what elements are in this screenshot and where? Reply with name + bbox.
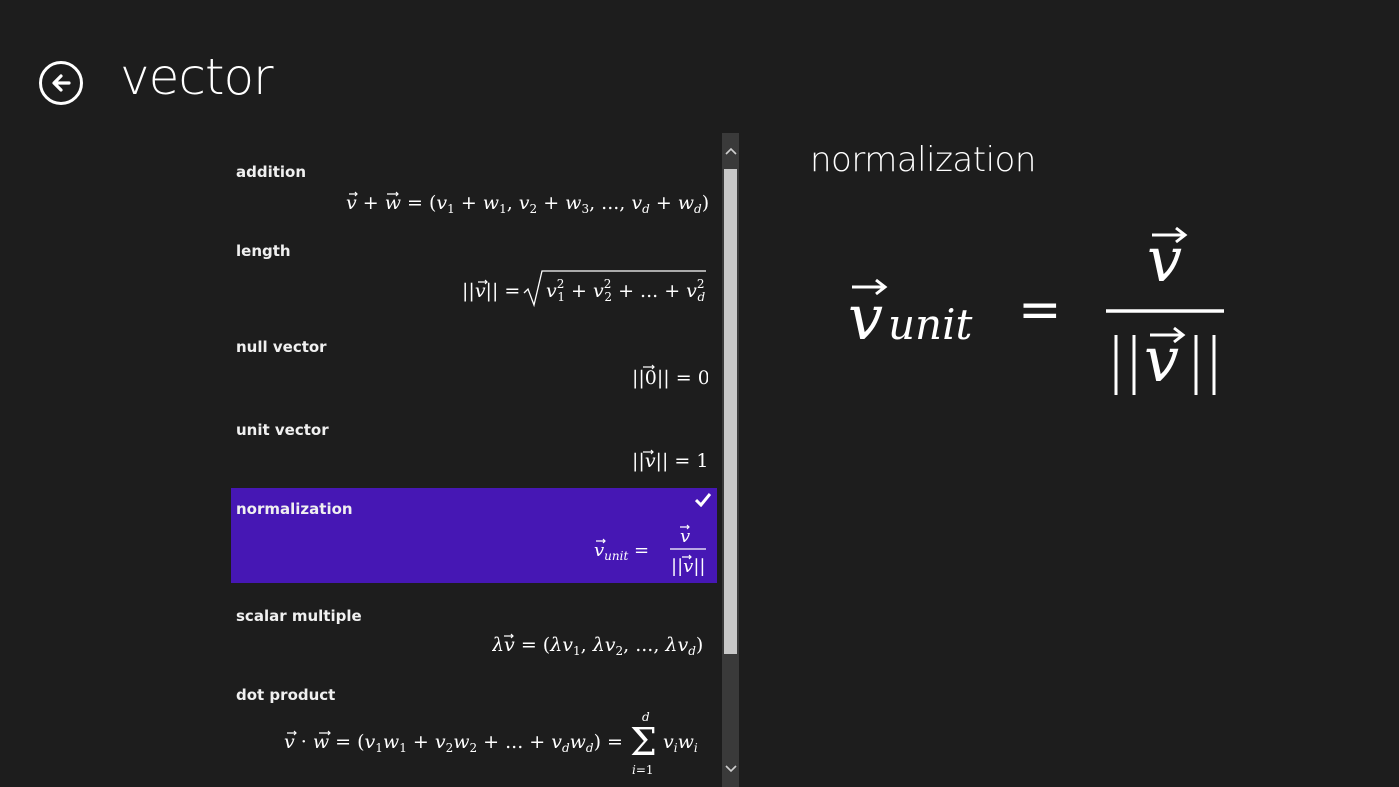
list-item-length[interactable]: length ||v|| = v2 1 + v2 2 + ... + v2 d xyxy=(231,227,717,321)
item-formula: ||v|| = v2 1 + v2 2 + ... + v2 d xyxy=(462,267,708,314)
item-label: length xyxy=(236,242,291,260)
svg-text:v + w = (v1 + w1, v2 + w3, ...: v + w = (v1 + w1, v2 + w3, ..., vd + wd) xyxy=(346,192,708,216)
detail-title: normalization xyxy=(810,140,1036,180)
list-item-unit-vector[interactable]: unit vector ||v|| = 1 xyxy=(231,405,717,487)
list-item-null-vector[interactable]: null vector ||0|| = 0 xyxy=(231,322,717,404)
list-item-normalization[interactable]: normalization vunit = v ||v|| xyxy=(231,488,717,583)
item-formula: v + w = (v1 + w1, v2 + w3, ..., vd + wd) xyxy=(346,190,709,221)
scalar-multiple-formula: λv = (λv1, λv2, ..., λvd) xyxy=(491,633,703,658)
svg-text:v: v xyxy=(680,526,690,547)
svg-text:v · w = (v1w1 + v2w2 + ... + v: v · w = (v1w1 + v2w2 + ... + vdwd) = xyxy=(284,731,623,755)
svg-text:viwi: viwi xyxy=(663,731,698,755)
back-arrow-icon xyxy=(52,74,71,92)
formula-list[interactable]: addition v + w = (v1 + w1, v2 + w3, ...,… xyxy=(231,148,717,787)
chevron-down-icon xyxy=(724,765,737,773)
unit-vector-formula: ||v|| = 1 xyxy=(632,449,708,472)
svg-text:λv = (λv1, λv2, ..., λvd): λv = (λv1, λv2, ..., λvd) xyxy=(492,634,703,658)
item-label: addition xyxy=(236,163,307,181)
addition-formula: v + w = (v1 + w1, v2 + w3, ..., vd + wd) xyxy=(346,191,709,216)
dot-product-formula: v · w = (v1w1 + v2w2 + ... + vdwd) = d Σ… xyxy=(284,710,698,777)
detail-formula: v unit = v v xyxy=(840,215,1260,415)
svg-text:||v||: ||v|| xyxy=(671,556,705,577)
svg-text:unit: unit xyxy=(888,300,973,349)
svg-text:v21 + v22 + ... + v2d: v2 1 + v2 2 + ... + v2 d xyxy=(546,277,706,304)
checkmark-icon xyxy=(695,493,711,507)
null-vector-formula: ||0|| = 0 xyxy=(632,364,710,389)
item-formula: v · w = (v1w1 + v2w2 + ... + vdwd) = d Σ… xyxy=(284,710,708,783)
chevron-up-icon xyxy=(724,147,737,155)
back-button[interactable] xyxy=(39,61,83,105)
svg-text:Σ: Σ xyxy=(630,720,657,764)
svg-text:||v|| = 1: ||v|| = 1 xyxy=(632,450,708,472)
item-formula: λv = (λv1, λv2, ..., λvd) xyxy=(491,632,708,663)
list-item-scalar-multiple[interactable]: scalar multiple λv = (λv1, λv2, ..., λvd… xyxy=(231,584,717,663)
svg-text:||v|| =: ||v|| = xyxy=(462,280,520,302)
item-label: dot product xyxy=(236,686,336,704)
normalization-large-formula: v unit = v v xyxy=(848,223,1224,396)
item-formula: ||0|| = 0 xyxy=(632,364,710,395)
item-label: unit vector xyxy=(236,421,329,439)
item-label: null vector xyxy=(236,338,327,356)
scroll-up-button[interactable] xyxy=(722,141,739,161)
svg-text:i=1: i=1 xyxy=(632,763,654,777)
normalization-formula: vunit = v ||v|| xyxy=(594,524,706,577)
item-formula: vunit = v ||v|| xyxy=(594,522,708,585)
list-item-addition[interactable]: addition v + w = (v1 + w1, v2 + w3, ...,… xyxy=(231,148,717,226)
svg-text:=: = xyxy=(1018,280,1062,340)
scroll-thumb[interactable] xyxy=(724,169,737,654)
item-label: scalar multiple xyxy=(236,607,362,625)
svg-text:||0|| = 0: ||0|| = 0 xyxy=(632,367,708,389)
scroll-down-button[interactable] xyxy=(722,759,739,779)
item-label: normalization xyxy=(236,500,353,518)
list-scrollbar[interactable] xyxy=(722,133,739,787)
svg-text:vunit =: vunit = xyxy=(594,540,649,563)
page-title: vector xyxy=(120,48,274,106)
length-formula: ||v|| = v2 1 + v2 2 + ... + v2 d xyxy=(462,270,706,308)
list-item-dot-product[interactable]: dot product v · w = (v1w1 + v2w2 + ... +… xyxy=(231,664,717,787)
item-formula: ||v|| = 1 xyxy=(632,447,708,478)
